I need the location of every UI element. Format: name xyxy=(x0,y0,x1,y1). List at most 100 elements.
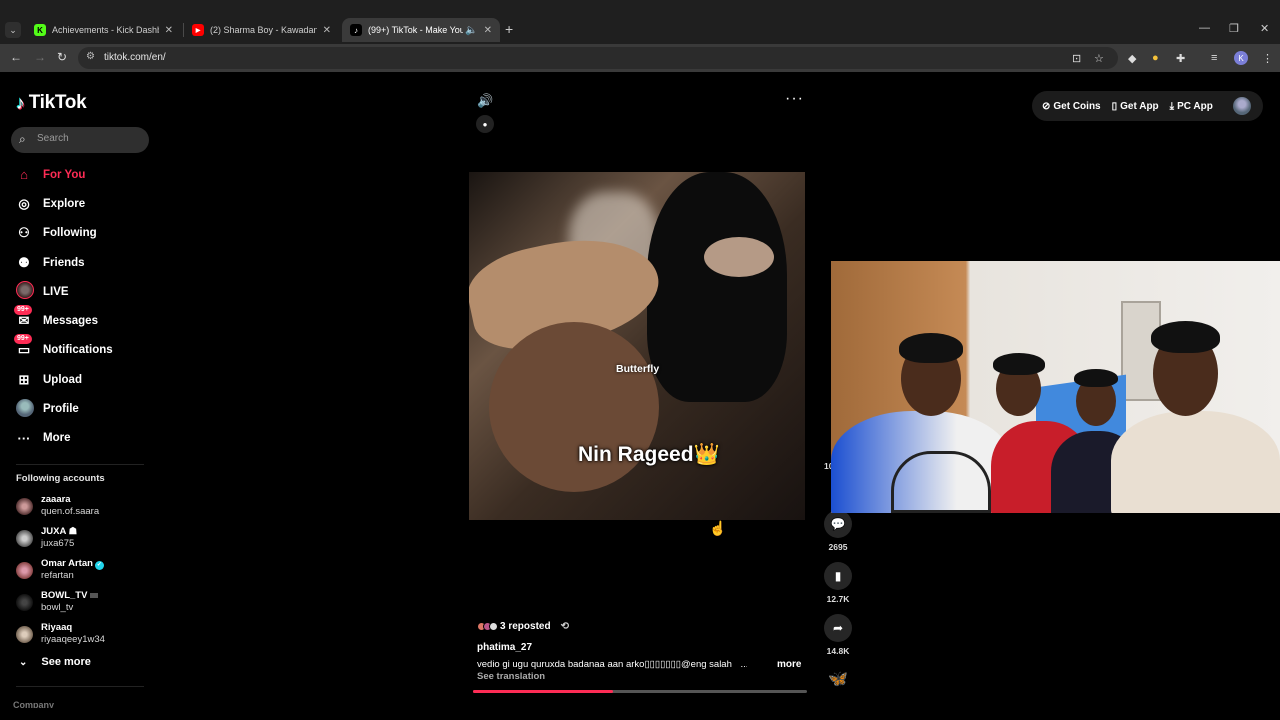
compass-icon: ◎ xyxy=(18,195,30,211)
sidebar-item-profile[interactable]: Profile xyxy=(16,394,156,423)
sidebar-item-friends[interactable]: ⚉ Friends xyxy=(16,248,156,277)
kick-favicon-icon: K xyxy=(34,24,46,36)
notifications-badge: 99+ xyxy=(14,334,32,345)
following-accounts-heading: Following accounts xyxy=(16,473,105,484)
account-username: juxa675 xyxy=(41,538,75,549)
back-icon[interactable]: ← xyxy=(10,50,22,64)
new-tab-icon[interactable]: + xyxy=(505,21,513,37)
repost-avatars xyxy=(477,622,498,631)
account-username: quen.of.saara xyxy=(41,506,100,517)
company-heading[interactable]: Company xyxy=(13,700,54,708)
minimize-icon[interactable]: — xyxy=(1199,22,1210,34)
url-bar[interactable]: ⚙ tiktok.com/en/ xyxy=(78,47,1118,69)
sidebar-item-live[interactable]: LIVE xyxy=(16,277,156,306)
video-author[interactable]: phatima_27 xyxy=(477,642,532,653)
speaker-icon[interactable]: 🔈 xyxy=(465,25,477,36)
sidebar-item-label: LIVE xyxy=(43,285,69,298)
tab-title: Achievements - Kick Dashboard xyxy=(52,25,159,35)
sidebar-divider xyxy=(16,464,144,465)
sidebar-item-more[interactable]: ··· More xyxy=(16,424,156,453)
install-app-icon[interactable]: ⊡ xyxy=(1072,52,1081,65)
sidebar-item-following[interactable]: ⚇ Following xyxy=(16,219,156,248)
reload-icon[interactable]: ↻ xyxy=(57,50,67,64)
video-overlay-big-text: Nin Rageed👑 xyxy=(578,443,720,466)
forward-icon[interactable]: → xyxy=(34,50,46,64)
browser-tab-youtube[interactable]: ▶ (2) Sharma Boy - Kawadanaada ✕ xyxy=(184,18,339,42)
sidebar-item-for-you[interactable]: ⌂ For You xyxy=(16,160,156,189)
site-info-icon[interactable]: ⚙ xyxy=(86,51,95,62)
avatar xyxy=(16,626,33,643)
get-app-button[interactable]: ▯ Get App xyxy=(1112,101,1159,112)
following-account[interactable]: JUXA ☗ juxa675 xyxy=(16,524,156,552)
browser-tab-tiktok[interactable]: ♪ (99+) TikTok - Make Your Da 🔈 ✕ xyxy=(342,18,500,42)
repost-icon: ⟲ xyxy=(560,621,569,632)
following-account[interactable]: BOWL_TV bowl_tv xyxy=(16,588,156,616)
plus-square-icon: ⊞ xyxy=(18,371,30,387)
avatar xyxy=(16,530,33,547)
tiktok-note-icon: ♪ xyxy=(16,92,25,113)
see-more-button[interactable]: ⌄ See more xyxy=(19,656,91,668)
media-control-icon[interactable]: ≡ xyxy=(1211,52,1217,64)
video-caption: vedio gi ugu quruxda badanaa aan arko▯▯▯… xyxy=(477,659,747,670)
browser-tab-kick[interactable]: K Achievements - Kick Dashboard ✕ xyxy=(26,18,181,42)
see-more-label: See more xyxy=(41,656,91,668)
butterfly-sound-icon[interactable]: 🦋 xyxy=(828,669,848,689)
bookmark-icon: ▮ xyxy=(824,562,852,590)
sidebar-item-messages[interactable]: ✉ 99+ Messages xyxy=(14,305,156,335)
account-name: Riyaaq xyxy=(41,622,73,633)
account-name: Omar Artan ✓ xyxy=(41,558,104,570)
volume-icon[interactable]: 🔊 xyxy=(477,93,493,109)
see-translation-link[interactable]: See translation xyxy=(477,671,545,682)
maximize-icon[interactable]: ❐ xyxy=(1229,22,1239,35)
pc-app-button[interactable]: ⤓ PC App xyxy=(1170,101,1213,112)
bookmark-star-icon[interactable]: ☆ xyxy=(1094,52,1104,65)
extension-coin-icon[interactable]: ● xyxy=(1152,52,1159,64)
share-icon: ➦ xyxy=(824,614,852,642)
comment-count: 2695 xyxy=(828,542,848,552)
avatar xyxy=(16,562,33,579)
following-account[interactable]: zaaara quen.of.saara xyxy=(16,492,156,520)
reposted-row[interactable]: 3 reposted ⟲ xyxy=(477,621,569,632)
cam-hair xyxy=(1074,369,1118,387)
share-button[interactable]: ➦ 14.8K xyxy=(821,614,855,656)
caption-more-button[interactable]: more xyxy=(777,659,801,670)
close-tab-icon[interactable]: ✕ xyxy=(484,25,492,36)
more-options-icon[interactable]: ··· xyxy=(785,90,804,108)
extension-diamond-icon[interactable]: ◆ xyxy=(1128,52,1136,65)
phone-icon: ▯ xyxy=(1111,100,1118,112)
sidebar-item-upload[interactable]: ⊞ Upload xyxy=(16,365,156,394)
browser-profile-avatar[interactable]: K xyxy=(1234,51,1248,65)
following-account[interactable]: Omar Artan ✓ refartan xyxy=(16,556,156,584)
tab-search-button[interactable]: ⌄ xyxy=(5,22,21,38)
download-icon: ⤓ xyxy=(1169,100,1175,112)
close-tab-icon[interactable]: ✕ xyxy=(165,25,173,36)
search-input[interactable] xyxy=(37,133,142,144)
close-window-icon[interactable]: ✕ xyxy=(1260,22,1269,35)
following-account[interactable]: Riyaaq riyaaqeey1w34 xyxy=(16,620,156,648)
comment-button[interactable]: 💬 2695 xyxy=(821,510,855,552)
video-player[interactable]: Butterfly Nin Rageed👑 xyxy=(469,172,805,520)
video-progress-bar[interactable] xyxy=(473,690,807,693)
tiktok-app: ♪ TikTok ⌕ ⌂ For You ◎ Explore ⚇ Followi… xyxy=(0,72,1280,720)
tab-title: (2) Sharma Boy - Kawadanaada xyxy=(210,25,317,35)
close-tab-icon[interactable]: ✕ xyxy=(323,25,331,36)
extensions-puzzle-icon[interactable]: ✚ xyxy=(1176,52,1185,65)
user-avatar[interactable] xyxy=(1233,97,1251,115)
search-box[interactable]: ⌕ xyxy=(11,127,149,153)
top-actions-bar: ⊘ Get Coins ▯ Get App ⤓ PC App xyxy=(1032,91,1263,121)
tab-title: (99+) TikTok - Make Your Da xyxy=(368,25,464,35)
pc-app-label: PC App xyxy=(1177,100,1213,112)
sidebar-item-explore[interactable]: ◎ Explore xyxy=(16,189,156,218)
browser-menu-icon[interactable]: ⋮ xyxy=(1262,52,1273,65)
mini-player-icon[interactable]: ● xyxy=(476,115,494,133)
home-icon: ⌂ xyxy=(20,167,28,183)
account-name: BOWL_TV xyxy=(41,590,99,601)
profile-avatar xyxy=(16,398,34,417)
sidebar-item-label: Messages xyxy=(43,315,98,328)
get-coins-button[interactable]: ⊘ Get Coins xyxy=(1042,101,1101,112)
tiktok-logo[interactable]: ♪ TikTok xyxy=(16,92,87,114)
sidebar-item-notifications[interactable]: ▭ 99+ Notifications xyxy=(14,334,156,365)
message-icon: ✉ 99+ xyxy=(14,305,32,329)
url-text[interactable]: tiktok.com/en/ xyxy=(104,52,166,63)
save-button[interactable]: ▮ 12.7K xyxy=(821,562,855,604)
